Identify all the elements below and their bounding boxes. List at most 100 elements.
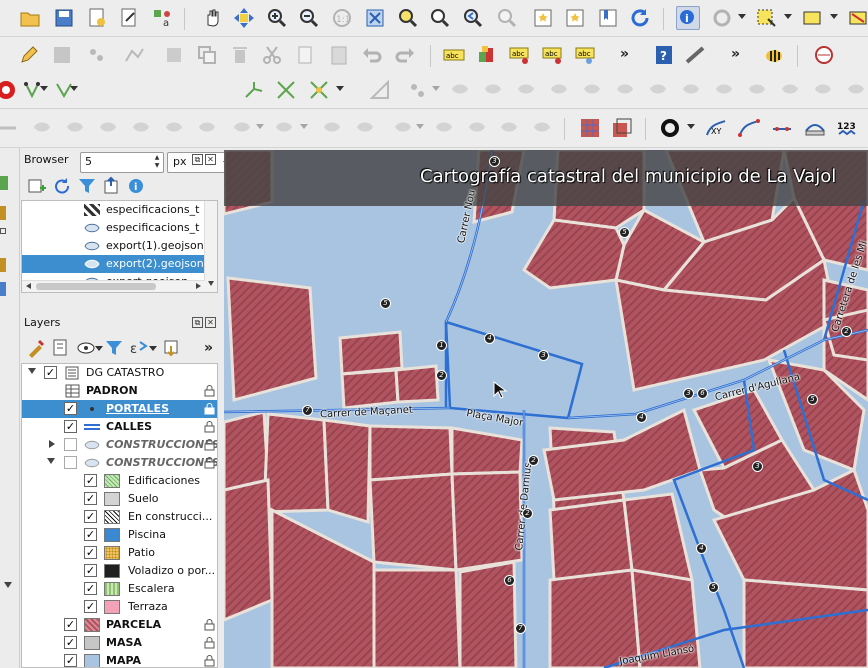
zoom-to-layer-icon[interactable] (428, 6, 452, 30)
category-terraza[interactable]: ✓ Terraza (22, 598, 217, 616)
open-project-icon[interactable] (18, 6, 42, 30)
shape-n-icon[interactable] (465, 116, 489, 140)
shape-tool-13-icon[interactable] (844, 78, 868, 102)
close-panel-icon[interactable]: ✕ (205, 154, 216, 165)
shape-e-icon[interactable] (129, 116, 153, 140)
xy-tool-icon[interactable]: XY (704, 116, 728, 140)
category-checkbox[interactable]: ✓ (84, 474, 97, 487)
shape-tool-1-icon[interactable] (448, 78, 472, 102)
stub-tool-icon[interactable] (0, 258, 6, 272)
curve-tool-icon[interactable] (737, 116, 761, 140)
category-escalera[interactable]: ✓ Escalera (22, 580, 217, 598)
expand-arrow-icon[interactable] (49, 440, 55, 448)
zoom-native-icon[interactable]: 1:1 (330, 6, 354, 30)
browser-item[interactable]: especificacions_t (22, 219, 205, 237)
category-checkbox[interactable]: ✓ (84, 546, 97, 559)
float-panel-icon[interactable]: ⧉ (192, 154, 203, 165)
plugin-stamp-icon[interactable] (812, 43, 836, 67)
shape-tool-8-icon[interactable] (679, 78, 703, 102)
browser-vertical-scrollbar[interactable] (204, 201, 217, 292)
shape-tool-5-icon[interactable] (580, 78, 604, 102)
layer-group-dg-catastro[interactable]: ✓ DG CATASTRO (22, 364, 217, 382)
expand-all-icon[interactable] (160, 336, 184, 360)
layer-calles[interactable]: ✓ CALLES (22, 418, 217, 436)
category-checkbox[interactable]: ✓ (84, 564, 97, 577)
category-en-construccion[interactable]: ✓ En construcci... (22, 508, 217, 526)
layer-checkbox[interactable] (64, 438, 77, 451)
snapping-segment-icon[interactable] (307, 78, 331, 102)
show-hide-labels-icon[interactable]: abc (574, 43, 598, 67)
layer-checkbox[interactable]: ✓ (64, 654, 77, 667)
category-voladizo[interactable]: ✓ Voladizo o por... (22, 562, 217, 580)
properties-icon[interactable]: i (124, 174, 148, 198)
save-edits-icon[interactable] (50, 43, 74, 67)
layer-checkbox[interactable]: ✓ (64, 402, 77, 415)
scroll-right-arrow-icon[interactable] (196, 283, 201, 289)
zoom-out-icon[interactable] (297, 6, 321, 30)
scroll-thumb[interactable] (36, 283, 156, 290)
category-checkbox[interactable]: ✓ (84, 582, 97, 595)
refresh-browser-icon[interactable] (50, 174, 74, 198)
shape-tool-9-icon[interactable] (712, 78, 736, 102)
shape-a-icon[interactable] (0, 116, 20, 140)
run-action-icon[interactable] (710, 6, 734, 30)
add-layer-icon[interactable] (25, 174, 49, 198)
raster-georef-icon[interactable] (578, 116, 602, 140)
shape-i-icon[interactable] (272, 116, 296, 140)
select-features-icon[interactable] (754, 6, 778, 30)
toolbar-more-icon-2[interactable]: » (731, 46, 740, 62)
style-layer-icon[interactable] (24, 336, 48, 360)
shape-h-icon[interactable] (230, 116, 254, 140)
record-icon[interactable] (0, 78, 18, 102)
map-canvas[interactable]: Cartografía catastral del municipio de L… (224, 150, 868, 668)
collapse-all-icon[interactable] (100, 174, 124, 198)
advanced-cad-icon[interactable] (368, 78, 392, 102)
layer-diagram-icon[interactable] (475, 43, 499, 67)
shape-tool-10-icon[interactable] (745, 78, 769, 102)
spline-tool-icon[interactable] (770, 116, 794, 140)
circle-tool-icon[interactable] (658, 116, 682, 140)
shape-g-icon[interactable] (195, 116, 219, 140)
shape-tool-12-icon[interactable] (811, 78, 835, 102)
category-edificaciones[interactable]: ✓ Edificaciones (22, 472, 217, 490)
pan-icon[interactable] (200, 6, 224, 30)
layer-padron[interactable]: PADRON (22, 382, 217, 400)
save-project-icon[interactable] (52, 6, 76, 30)
copy-features-icon[interactable] (195, 43, 219, 67)
help-icon[interactable]: ? (652, 43, 676, 67)
collapse-arrow-icon[interactable] (47, 458, 55, 464)
layer-masa[interactable]: ✓ MASA (22, 634, 217, 652)
shape-p-icon[interactable] (530, 116, 554, 140)
deselect-icon[interactable] (846, 6, 868, 30)
shape-f-icon[interactable] (162, 116, 186, 140)
zoom-full-icon[interactable] (363, 6, 387, 30)
vertex-tool-icon[interactable] (122, 43, 146, 67)
stub-add-icon[interactable] (0, 176, 8, 190)
new-3d-view-icon[interactable] (563, 6, 587, 30)
scroll-left-arrow-icon[interactable] (26, 283, 31, 289)
collapse-arrow-icon[interactable] (28, 368, 36, 374)
shape-tool-3-icon[interactable] (514, 78, 538, 102)
category-checkbox[interactable]: ✓ (84, 600, 97, 613)
shape-o-icon[interactable] (497, 116, 521, 140)
stub-vertex-icon[interactable] (0, 228, 6, 234)
zoom-to-selection-icon[interactable] (396, 6, 420, 30)
add-group-icon[interactable] (49, 336, 73, 360)
category-patio[interactable]: ✓ Patio (22, 544, 217, 562)
scroll-down-arrow-icon[interactable] (208, 281, 214, 286)
style-manager-icon[interactable]: a (150, 6, 174, 30)
shape-tool-7-icon[interactable] (646, 78, 670, 102)
shape-c-icon[interactable] (63, 116, 87, 140)
layers-more-icon[interactable]: » (204, 340, 213, 356)
layer-checkbox[interactable]: ✓ (44, 366, 57, 379)
browser-item-selected[interactable]: export(2).geojson (22, 255, 205, 273)
layer-mapa[interactable]: ✓ MAPA (22, 652, 217, 667)
pan-to-selection-icon[interactable] (232, 6, 256, 30)
pin-labels-icon[interactable]: abc (508, 43, 532, 67)
redo-icon[interactable] (393, 43, 417, 67)
refresh-icon[interactable] (628, 6, 652, 30)
toggle-editing-icon[interactable] (17, 43, 41, 67)
browser-item[interactable]: export(1).geojson (22, 237, 205, 255)
numbering-icon[interactable]: 123 (836, 116, 860, 140)
paste-icon[interactable] (327, 43, 351, 67)
